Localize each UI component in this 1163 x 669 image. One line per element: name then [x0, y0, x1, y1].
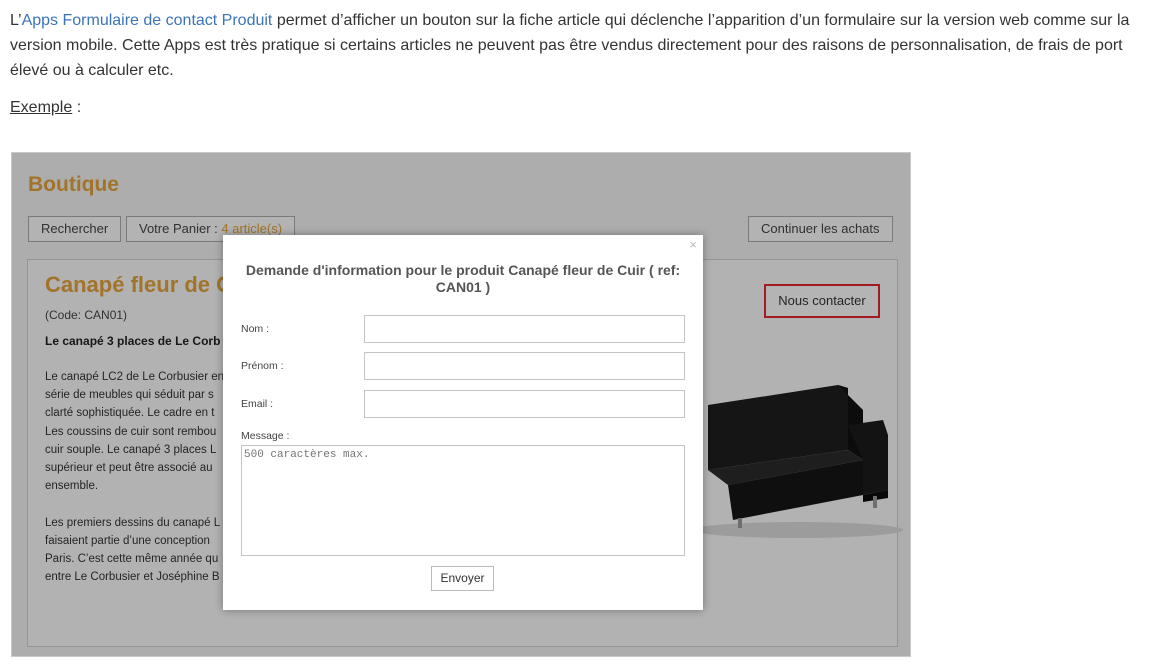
send-button[interactable]: Envoyer — [431, 566, 494, 591]
modal-title: Demande d'information pour le produit Ca… — [245, 262, 681, 295]
prenom-input[interactable] — [364, 352, 685, 380]
message-label: Message : — [241, 430, 290, 442]
close-icon[interactable]: × — [689, 237, 697, 252]
intro-paragraph: L’Apps Formulaire de contact Produit per… — [10, 8, 1155, 83]
nom-label: Nom : — [241, 323, 270, 335]
contact-modal: × Demande d'information pour le produit … — [223, 235, 703, 610]
nom-input[interactable] — [364, 315, 685, 343]
apps-link[interactable]: Apps Formulaire de contact Produit — [22, 12, 273, 29]
example-heading: Exemple : — [10, 96, 81, 120]
example-suffix: : — [72, 99, 82, 116]
prenom-label: Prénom : — [241, 360, 284, 372]
email-label: Email : — [241, 398, 274, 410]
email-input[interactable] — [364, 390, 685, 418]
intro-prefix: L’ — [10, 12, 22, 29]
example-label: Exemple — [10, 99, 73, 116]
message-textarea[interactable] — [241, 445, 685, 556]
